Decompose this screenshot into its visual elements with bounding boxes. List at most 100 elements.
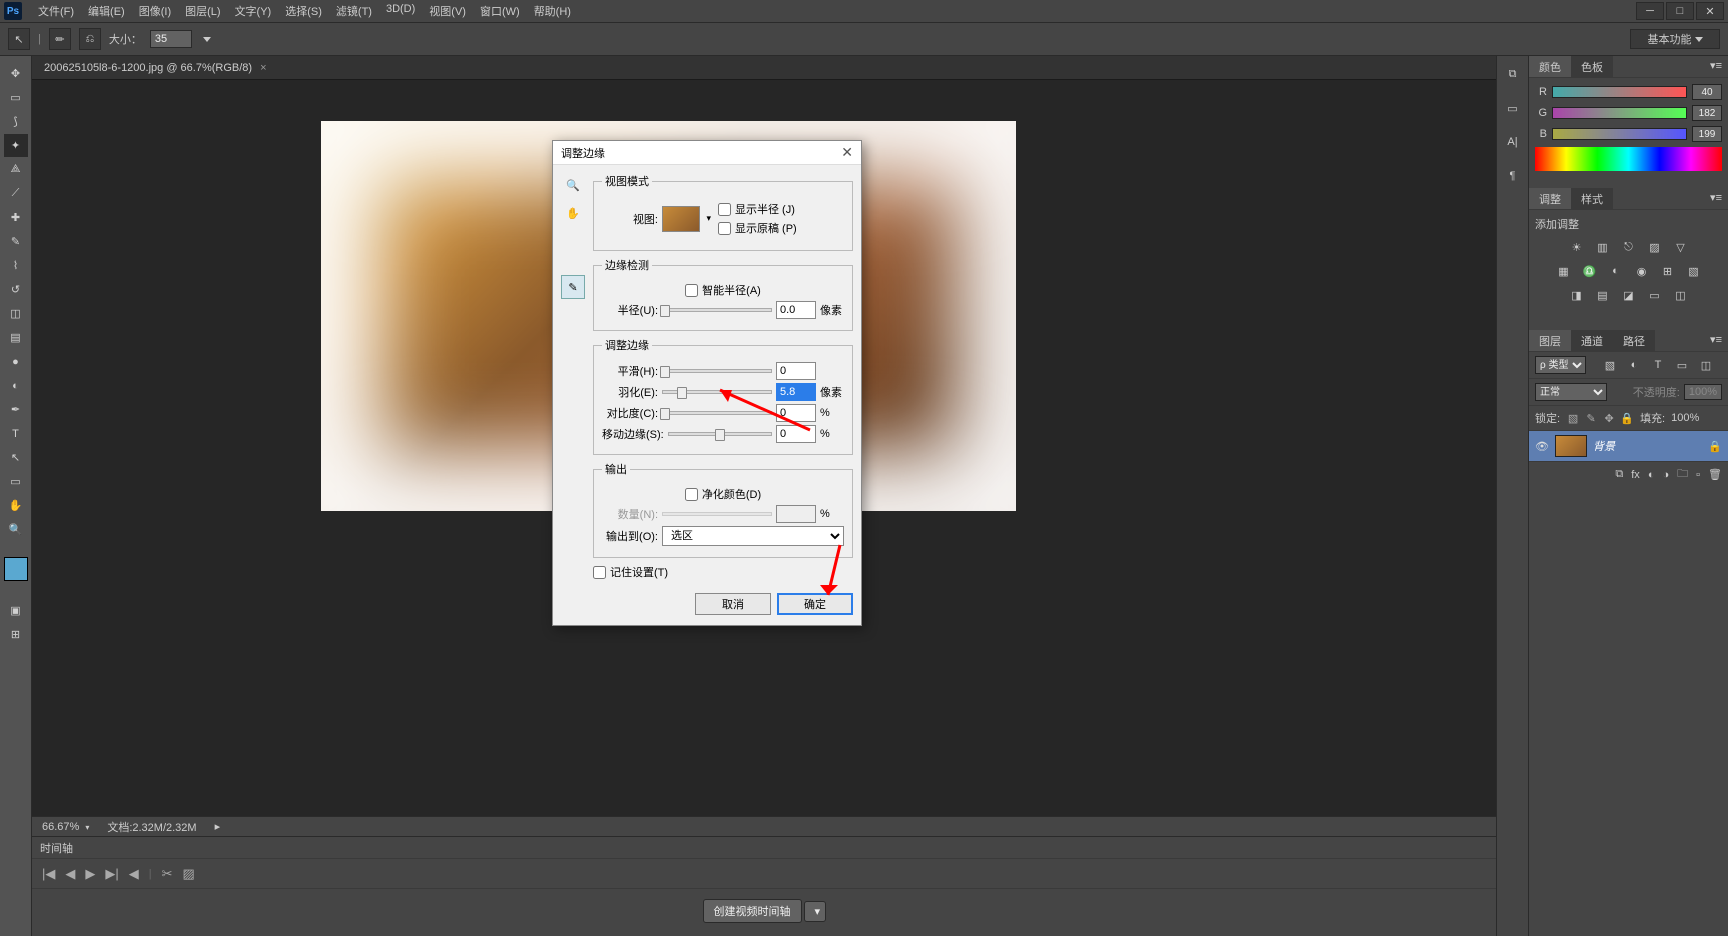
radius-input[interactable] [776,301,816,319]
remember-checkbox[interactable] [593,566,606,579]
shape-tool[interactable]: ▭ [4,470,28,493]
document-tab[interactable]: 200625105l8-6-1200.jpg @ 66.7%(RGB/8) × [32,56,1496,80]
size-dropdown-icon[interactable] [203,37,211,42]
stamp-tool[interactable]: ⌇ [4,254,28,277]
feather-input[interactable] [776,383,816,401]
smart-radius-checkbox[interactable] [685,284,698,297]
feather-slider[interactable] [662,390,772,394]
lock-pixels-icon[interactable]: ✎ [1584,412,1598,425]
goto-last-icon[interactable]: ◀ [129,866,139,882]
lookup-icon[interactable]: ▧ [1684,262,1704,280]
threshold-icon[interactable]: ◪ [1619,286,1639,304]
paragraph-dock-icon[interactable]: ¶ [1503,168,1523,184]
posterize-icon[interactable]: ▤ [1593,286,1613,304]
selective-icon[interactable]: ◫ [1671,286,1691,304]
menu-view[interactable]: 视图(V) [423,0,472,22]
color-tab[interactable]: 颜色 [1529,56,1571,77]
swatches-tab[interactable]: 色板 [1571,56,1613,77]
fx-icon[interactable]: fx [1631,469,1640,481]
brush-tool[interactable]: ✎ [4,230,28,253]
create-timeline-button[interactable]: 创建视频时间轴 [703,899,802,923]
zoom-level[interactable]: 66.67% [42,821,89,833]
visibility-icon[interactable]: 👁 [1535,440,1549,453]
decontaminate-checkbox[interactable] [685,488,698,501]
cut-icon[interactable]: ✂ [162,866,173,882]
menu-layer[interactable]: 图层(L) [179,0,226,22]
size-input[interactable] [150,30,192,48]
blur-tool[interactable]: ● [4,350,28,373]
marquee-tool[interactable]: ▭ [4,86,28,109]
blend-mode-select[interactable]: 正常 [1535,383,1607,401]
zoom-tool[interactable]: 🔍 [4,518,28,541]
menu-image[interactable]: 图像(I) [133,0,177,22]
channels-tab[interactable]: 通道 [1571,330,1613,351]
refine-brush-tool[interactable]: ✎ [561,275,585,299]
group-icon[interactable]: 🗀 [1677,465,1688,484]
fg-color-swatch[interactable] [4,557,28,581]
history-dock-icon[interactable]: ⧉ [1503,66,1523,82]
quick-select-tool[interactable]: ✦ [4,134,28,157]
layers-menu-icon[interactable]: ▾≡ [1704,330,1728,351]
balance-icon[interactable]: ♎ [1580,262,1600,280]
shift-slider[interactable] [668,432,772,436]
type-tool[interactable]: T [4,422,28,445]
paths-tab[interactable]: 路径 [1613,330,1655,351]
r-slider[interactable] [1552,86,1687,98]
brush-panel-icon[interactable]: ⎌ [79,28,101,50]
path-select-tool[interactable]: ↖ [4,446,28,469]
create-timeline-dropdown[interactable]: ▾ [804,901,826,922]
radius-slider[interactable] [662,308,772,312]
show-original-checkbox[interactable] [718,222,731,235]
ok-button[interactable]: 确定 [777,593,853,615]
filter-smart-icon[interactable]: ◫ [1696,356,1716,374]
layers-tab[interactable]: 图层 [1529,330,1571,351]
filter-adjust-icon[interactable]: ◐ [1624,356,1644,374]
dodge-tool[interactable]: ◐ [4,374,28,397]
filter-type-icon[interactable]: T [1648,356,1668,374]
new-layer-icon[interactable]: ▫ [1696,469,1700,481]
workspace-switcher[interactable]: 基本功能 [1630,29,1720,49]
smooth-slider[interactable] [662,369,772,373]
play-icon[interactable]: ▶ [85,866,95,882]
view-thumbnail[interactable] [662,206,700,232]
styles-tab[interactable]: 样式 [1571,188,1613,209]
crop-tool[interactable]: ⟁ [4,158,28,181]
photo-filter-icon[interactable]: ◉ [1632,262,1652,280]
layer-row[interactable]: 👁 背景 🔒 [1529,431,1728,461]
menu-select[interactable]: 选择(S) [279,0,328,22]
invert-icon[interactable]: ◨ [1567,286,1587,304]
contrast-input[interactable] [776,404,816,422]
history-brush-tool[interactable]: ↺ [4,278,28,301]
fill-adj-icon[interactable]: ◑ [1662,469,1669,481]
levels-icon[interactable]: ▥ [1593,238,1613,256]
mixer-icon[interactable]: ⊞ [1658,262,1678,280]
zoom-tool-icon[interactable]: 🔍 [561,173,585,197]
layer-thumbnail[interactable] [1555,435,1587,457]
gradient-tool[interactable]: ▤ [4,326,28,349]
vibrance-icon[interactable]: ▽ [1671,238,1691,256]
tool-preset-icon[interactable]: ↖ [8,28,30,50]
smooth-input[interactable] [776,362,816,380]
properties-dock-icon[interactable]: ▭ [1503,100,1523,116]
maximize-button[interactable]: □ [1666,2,1694,20]
layer-kind-select[interactable]: ρ 类型 [1535,356,1586,374]
prev-frame-icon[interactable]: ◀ [65,866,75,882]
close-button[interactable]: ✕ [1696,2,1724,20]
pen-tool[interactable]: ✒ [4,398,28,421]
shift-input[interactable] [776,425,816,443]
menu-type[interactable]: 文字(Y) [229,0,278,22]
lock-trans-icon[interactable]: ▧ [1566,412,1580,425]
adj-menu-icon[interactable]: ▾≡ [1704,188,1728,209]
lasso-tool[interactable]: ⟆ [4,110,28,133]
color-spectrum[interactable] [1535,147,1722,171]
menu-help[interactable]: 帮助(H) [528,0,577,22]
minimize-button[interactable]: ─ [1636,2,1664,20]
adjustments-tab[interactable]: 调整 [1529,188,1571,209]
contrast-slider[interactable] [662,411,772,415]
g-input[interactable] [1692,105,1722,121]
panel-menu-icon[interactable]: ▾≡ [1704,56,1728,77]
hand-tool[interactable]: ✋ [4,494,28,517]
b-input[interactable] [1692,126,1722,142]
layer-name[interactable]: 背景 [1593,438,1615,454]
move-tool[interactable]: ✥ [4,62,28,85]
